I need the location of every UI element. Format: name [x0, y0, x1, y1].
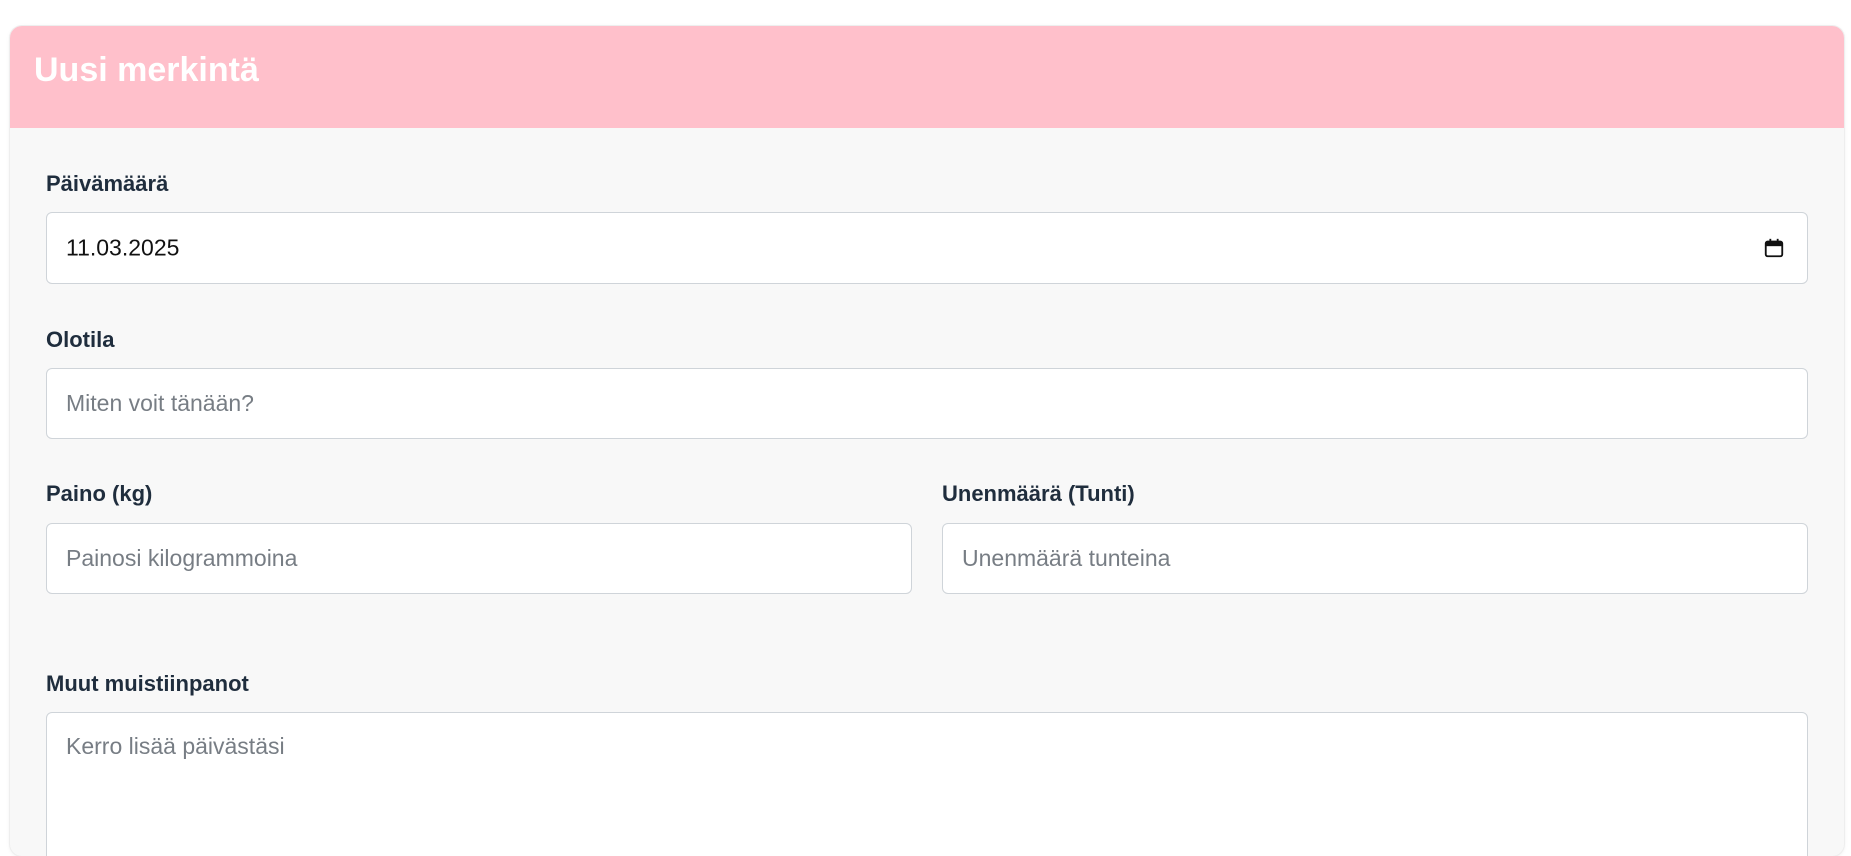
weight-label: Paino (kg) — [46, 481, 153, 506]
mood-label: Olotila — [46, 327, 115, 352]
entry-form-card: Uusi merkintä Päivämäärä 11.03.2025 Olot… — [10, 26, 1844, 856]
date-value: 11.03.2025 — [66, 234, 180, 261]
weight-input[interactable] — [46, 523, 912, 594]
date-input[interactable]: 11.03.2025 — [46, 212, 1808, 284]
sleep-label: Unenmäärä (Tunti) — [942, 481, 1135, 506]
calendar-icon[interactable] — [1763, 237, 1785, 259]
date-label: Päivämäärä — [46, 171, 169, 196]
mood-input[interactable] — [46, 368, 1808, 439]
card-header: Uusi merkintä — [10, 26, 1844, 128]
notes-label: Muut muistiinpanot — [46, 671, 249, 696]
notes-textarea[interactable] — [46, 712, 1808, 856]
form-title: Uusi merkintä — [34, 51, 259, 89]
sleep-input[interactable] — [942, 523, 1808, 594]
